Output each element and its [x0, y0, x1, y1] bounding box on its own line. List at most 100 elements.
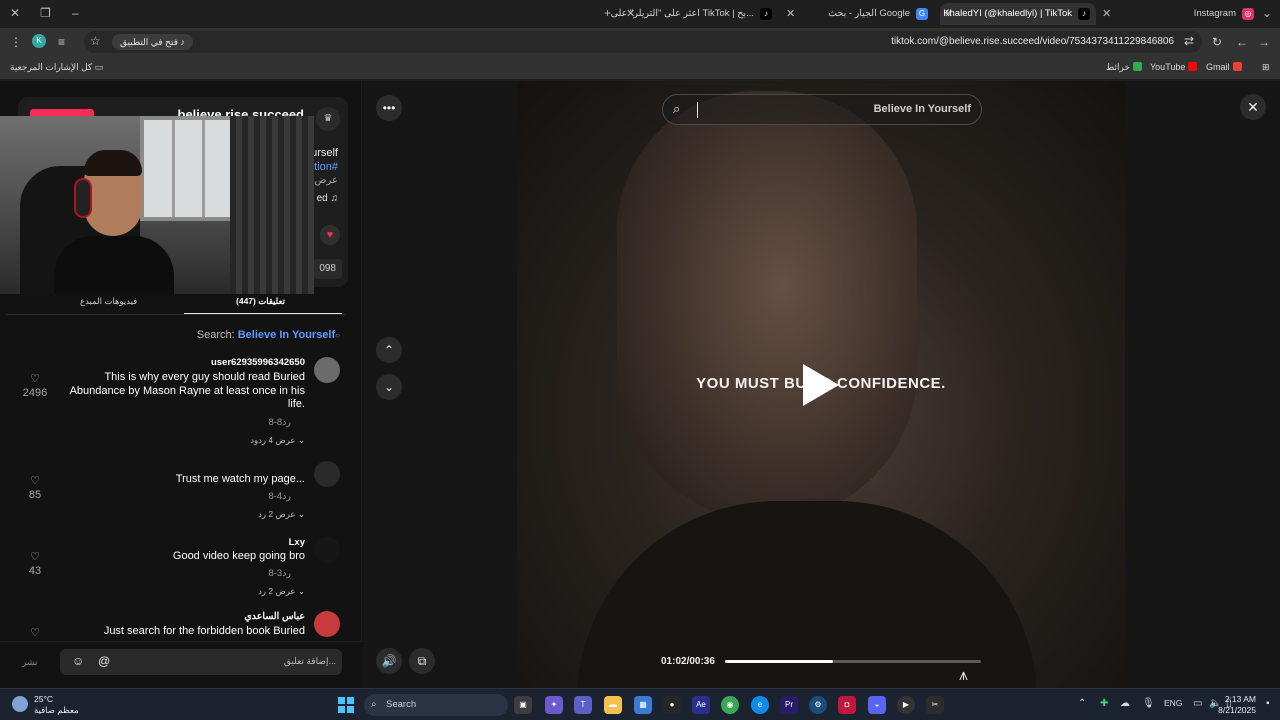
- open-in-app-button[interactable]: فتح في التطبيق ♪: [112, 34, 193, 50]
- heart-outline-icon: ♡: [30, 551, 40, 563]
- volume-icon[interactable]: 🔊: [376, 648, 402, 674]
- music-label[interactable]: ed ♫: [317, 193, 338, 204]
- avatar[interactable]: [314, 611, 340, 637]
- view-replies-button[interactable]: عرض 2 رد ⌄: [258, 586, 305, 597]
- mention-icon[interactable]: @: [98, 654, 110, 668]
- tab-close-icon[interactable]: ✕: [1102, 3, 1111, 25]
- tab-comments[interactable]: تعليقات (447): [236, 296, 285, 307]
- reload-icon[interactable]: ↻: [1212, 35, 1222, 49]
- comment-meta: 8-3رد: [268, 568, 291, 579]
- start-button[interactable]: [338, 697, 354, 713]
- task-view-icon[interactable]: ▣: [514, 696, 532, 714]
- after-effects-icon[interactable]: Ae: [692, 696, 710, 714]
- comment-username[interactable]: user62935996342650: [211, 357, 305, 368]
- comment-like[interactable]: ♡: [20, 627, 50, 639]
- bookmark-gmail[interactable]: Gmail: [1206, 62, 1242, 72]
- edge-icon[interactable]: e: [751, 696, 769, 714]
- see-more-link[interactable]: عرض: [314, 175, 338, 186]
- menu-dots-icon[interactable]: ⋮: [10, 35, 22, 49]
- apps-grid-icon[interactable]: ⊞: [1262, 62, 1270, 73]
- all-bookmarks-button[interactable]: كل الإشارات المرجعية ▭: [10, 62, 103, 73]
- youtube-icon: [1188, 62, 1198, 71]
- tray-app-icon[interactable]: ✚: [1100, 698, 1108, 709]
- steam-icon[interactable]: ⚙: [809, 696, 827, 714]
- teams-icon[interactable]: T: [574, 696, 592, 714]
- file-explorer-icon[interactable]: ▬: [604, 696, 622, 714]
- tiktok-page: believe.rise.succeed ♛ yourself ation# ع…: [0, 81, 1280, 688]
- site-settings-icon[interactable]: ⇄: [1184, 34, 1194, 48]
- progress-fill: [725, 660, 833, 663]
- comment-like[interactable]: ♡ 2496: [20, 373, 50, 399]
- share-count[interactable]: 098: [313, 259, 342, 279]
- google-icon: G: [916, 8, 928, 20]
- next-video-button[interactable]: ⌄: [376, 374, 402, 400]
- avatar[interactable]: [314, 357, 340, 383]
- system-clock[interactable]: 2:13 AM 8/21/2025: [1218, 694, 1256, 716]
- tab-strip: ✕ ❐ – + ✕ Instagram ◎ ✕ KhaledYI (@khale…: [0, 0, 1280, 28]
- view-replies-button[interactable]: عرض 4 ردود ⌄: [250, 435, 305, 446]
- comment-username[interactable]: عباس الساعدي: [244, 611, 305, 622]
- copilot-icon[interactable]: ✦: [545, 696, 563, 714]
- view-replies-button[interactable]: عرض 2 رد ⌄: [258, 509, 305, 520]
- tab-tiktok-active[interactable]: ✕ KhaledYI (@khaledlyl) | TikTok ♪: [940, 3, 1096, 25]
- more-options-button[interactable]: •••: [376, 95, 402, 121]
- comment-username[interactable]: Lxy: [289, 537, 305, 548]
- reading-list-icon[interactable]: ≡: [58, 35, 65, 49]
- play-icon[interactable]: [803, 364, 839, 406]
- discord-icon[interactable]: ◒: [868, 696, 886, 714]
- bookmark-youtube[interactable]: YouTube: [1150, 62, 1198, 72]
- address-bar[interactable]: ☆ فتح في التطبيق ♪ tiktok.com/@believe.r…: [84, 31, 1202, 53]
- media-player-icon[interactable]: ▶: [897, 696, 915, 714]
- display-icon[interactable]: ▭: [1193, 698, 1202, 709]
- gmail-icon: [1232, 62, 1242, 71]
- github-icon[interactable]: ●: [663, 696, 681, 714]
- previous-video-button[interactable]: ⌃: [376, 337, 402, 363]
- emoji-icon[interactable]: ☺: [72, 654, 84, 668]
- chrome-icon[interactable]: ◉: [721, 696, 739, 714]
- comment-input[interactable]: ☺ @ إضافة تعليق...: [60, 649, 342, 675]
- pip-icon[interactable]: ⧉: [409, 648, 435, 674]
- avatar[interactable]: [314, 461, 340, 487]
- tray-chevron-icon[interactable]: ⌃: [1078, 698, 1086, 709]
- video-search-box[interactable]: ⌕ Believe In Yourself: [662, 94, 982, 125]
- store-icon[interactable]: ▦: [634, 696, 652, 714]
- heart-icon[interactable]: ♥: [320, 225, 340, 245]
- tab-creator-videos[interactable]: فيديوهات المبدع: [80, 296, 137, 307]
- tab-close-icon[interactable]: ✕: [786, 3, 795, 25]
- app-icon[interactable]: ◘: [838, 696, 856, 714]
- comment-search-link[interactable]: Search: Believe In Yourself○: [197, 329, 340, 341]
- tab-search-chevron-icon[interactable]: ⌄: [1262, 6, 1272, 20]
- video-stage: ••• ⌃ ⌄ 🔊 ⧉ ✕ YOU MUST BUILD CONFIDENCE.…: [363, 81, 1280, 688]
- premiere-icon[interactable]: Pr: [780, 696, 798, 714]
- post-button[interactable]: نشر: [22, 657, 38, 668]
- comment-like[interactable]: ♡ 85: [20, 475, 50, 501]
- comment-text: Trust me watch my page...: [175, 473, 305, 485]
- close-video-button[interactable]: ✕: [1240, 94, 1266, 120]
- tab-tiktok-search[interactable]: ✕ اعثر على "التريلر" على TikTok | بح... …: [611, 3, 778, 25]
- bookmark-star-icon[interactable]: ☆: [90, 34, 101, 48]
- notifications-icon[interactable]: ▪: [1266, 698, 1270, 709]
- video-player[interactable]: YOU MUST BUILD CONFIDENCE. ⩚: [517, 81, 1125, 688]
- bookmark-maps[interactable]: خرائط: [1106, 62, 1143, 73]
- capcut-icon[interactable]: ✂: [926, 696, 944, 714]
- forward-icon[interactable]: ←: [1236, 35, 1248, 49]
- reply-button[interactable]: رد: [282, 417, 291, 428]
- back-icon[interactable]: →: [1258, 35, 1270, 49]
- progress-bar[interactable]: [725, 660, 981, 663]
- tray-network-icon[interactable]: ☁: [1120, 698, 1130, 709]
- reply-button[interactable]: رد: [282, 491, 291, 502]
- minimize-window-icon[interactable]: –: [72, 6, 79, 20]
- reply-button[interactable]: رد: [282, 568, 291, 579]
- microphone-icon[interactable]: 🎙: [1142, 698, 1155, 709]
- language-indicator[interactable]: ENG: [1164, 698, 1182, 708]
- tab-google-search[interactable]: ✕ الجيار - بحث Google G: [784, 3, 934, 25]
- crown-icon[interactable]: ♛: [316, 107, 340, 131]
- restore-window-icon[interactable]: ❐: [40, 6, 51, 20]
- close-window-icon[interactable]: ✕: [10, 6, 20, 20]
- profile-avatar[interactable]: K: [32, 34, 46, 48]
- search-icon: ○: [335, 331, 340, 340]
- avatar[interactable]: [314, 537, 340, 563]
- taskbar-search[interactable]: ⌕ Search: [364, 694, 508, 716]
- comment-like[interactable]: ♡ 43: [20, 551, 50, 577]
- tab-instagram[interactable]: ✕ Instagram ◎: [1100, 3, 1260, 25]
